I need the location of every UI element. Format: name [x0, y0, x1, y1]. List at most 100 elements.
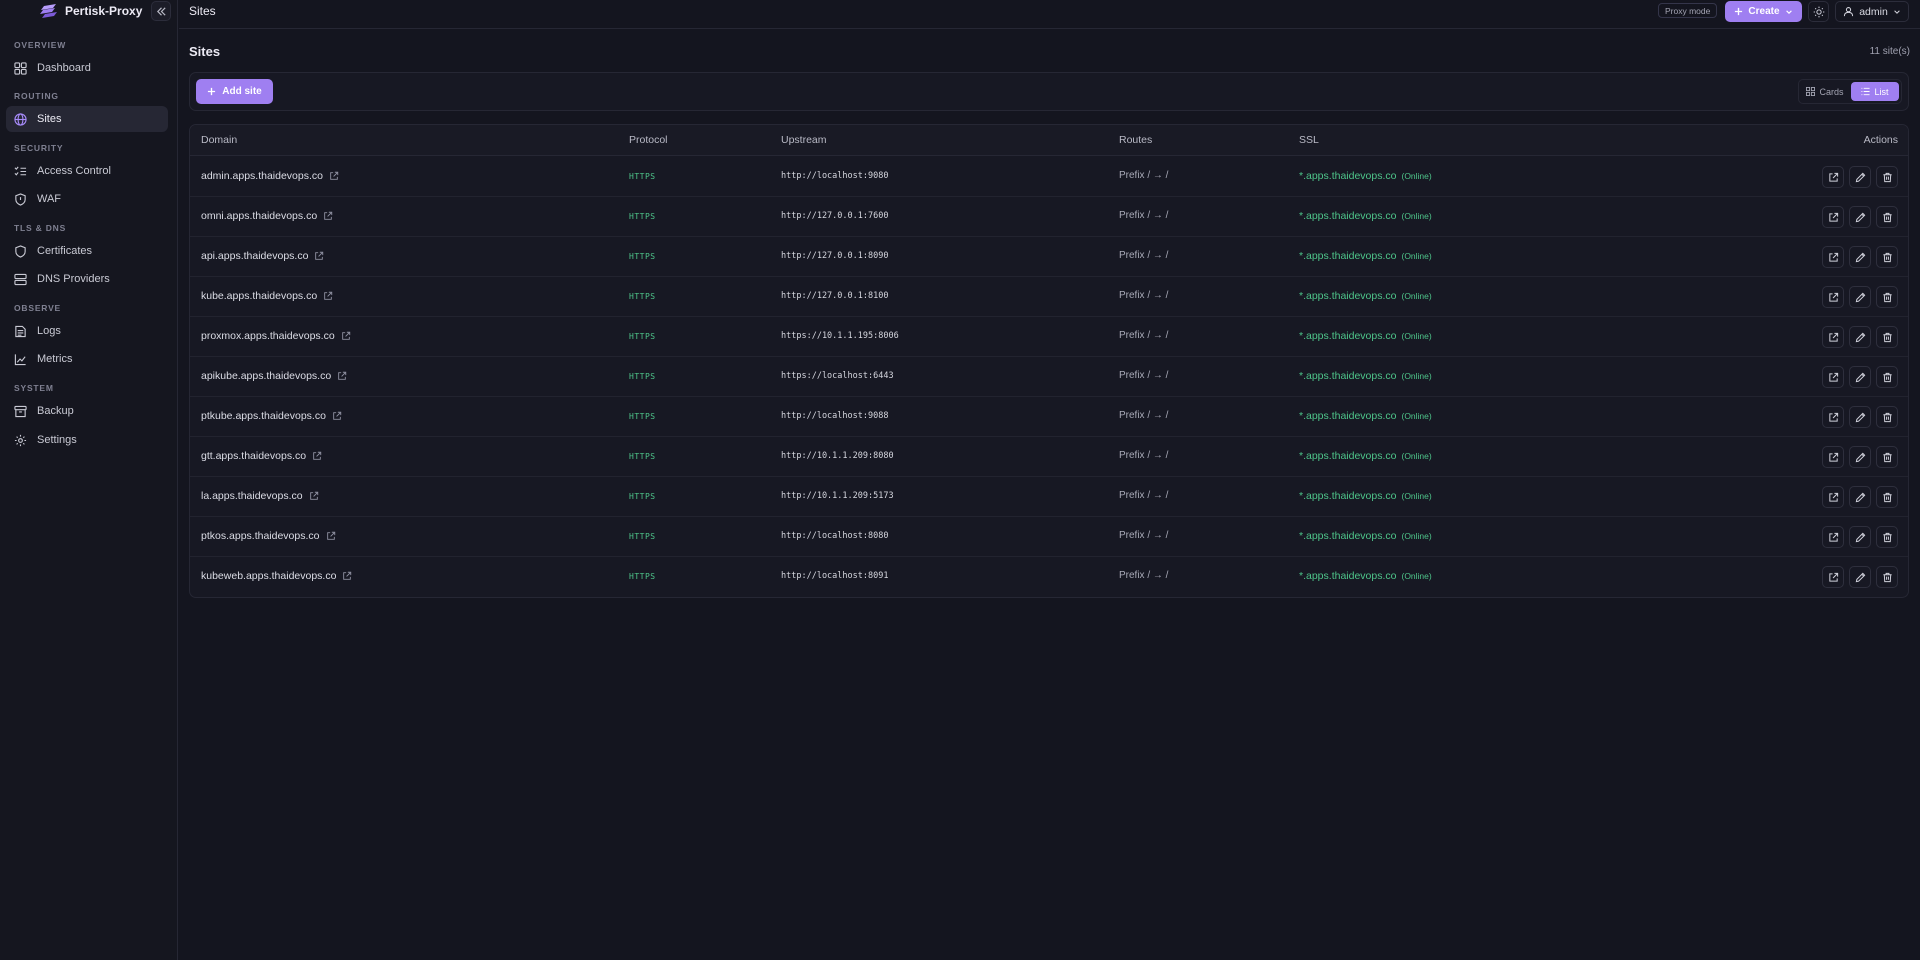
site-domain[interactable]: gtt.apps.thaidevops.co	[201, 450, 322, 462]
open-site-button[interactable]	[1822, 446, 1844, 468]
external-link-icon[interactable]	[337, 371, 347, 381]
site-domain[interactable]: ptkos.apps.thaidevops.co	[201, 530, 336, 542]
add-site-button[interactable]: Add site	[196, 79, 273, 104]
delete-site-button[interactable]	[1876, 406, 1898, 428]
collapse-sidebar-button[interactable]	[151, 1, 171, 21]
protocol-badge: HTTPS	[629, 412, 656, 421]
site-domain-text[interactable]: ptkos.apps.thaidevops.co	[201, 530, 320, 542]
sidebar-item-waf[interactable]: WAF	[6, 186, 168, 212]
create-button[interactable]: Create	[1725, 1, 1802, 22]
open-site-button[interactable]	[1822, 486, 1844, 508]
external-link-icon[interactable]	[323, 291, 333, 301]
user-menu-button[interactable]: admin	[1835, 1, 1909, 22]
ssl-info: *.apps.thaidevops.co (Online)	[1299, 570, 1432, 582]
trash-icon	[1882, 492, 1892, 502]
open-site-button[interactable]	[1822, 166, 1844, 188]
sidebar-item-dns-providers[interactable]: DNS Providers	[6, 266, 168, 292]
trash-icon	[1882, 212, 1892, 222]
ssl-certificate: *.apps.thaidevops.co	[1299, 250, 1397, 262]
site-domain-text[interactable]: apikube.apps.thaidevops.co	[201, 370, 331, 382]
site-domain[interactable]: omni.apps.thaidevops.co	[201, 210, 333, 222]
ssl-status: (Online)	[1401, 371, 1432, 381]
brand[interactable]: Pertisk-Proxy	[40, 2, 142, 20]
sidebar-item-sites[interactable]: Sites	[6, 106, 168, 132]
delete-site-button[interactable]	[1876, 366, 1898, 388]
site-domain-text[interactable]: gtt.apps.thaidevops.co	[201, 450, 306, 462]
site-domain-text[interactable]: proxmox.apps.thaidevops.co	[201, 330, 335, 342]
open-site-button[interactable]	[1822, 286, 1844, 308]
edit-site-button[interactable]	[1849, 326, 1871, 348]
ssl-certificate: *.apps.thaidevops.co	[1299, 170, 1397, 182]
external-link-icon[interactable]	[341, 331, 351, 341]
delete-site-button[interactable]	[1876, 326, 1898, 348]
site-domain-text[interactable]: api.apps.thaidevops.co	[201, 250, 308, 262]
theme-toggle-button[interactable]	[1808, 1, 1829, 22]
protocol-badge: HTTPS	[629, 212, 656, 221]
sidebar-item-backup[interactable]: Backup	[6, 398, 168, 424]
delete-site-button[interactable]	[1876, 566, 1898, 588]
external-link-icon[interactable]	[309, 491, 319, 501]
sidebar-item-access-control[interactable]: Access Control	[6, 158, 168, 184]
delete-site-button[interactable]	[1876, 526, 1898, 548]
user-icon	[1844, 7, 1854, 17]
site-domain[interactable]: apikube.apps.thaidevops.co	[201, 370, 347, 382]
sidebar-item-logs[interactable]: Logs	[6, 318, 168, 344]
edit-site-button[interactable]	[1849, 286, 1871, 308]
site-domain-text[interactable]: kube.apps.thaidevops.co	[201, 290, 317, 302]
view-cards-button[interactable]: Cards	[1801, 82, 1849, 101]
site-domain[interactable]: kubeweb.apps.thaidevops.co	[201, 570, 352, 582]
site-domain[interactable]: proxmox.apps.thaidevops.co	[201, 330, 351, 342]
edit-site-button[interactable]	[1849, 166, 1871, 188]
view-cards-label: Cards	[1819, 86, 1844, 97]
sidebar-item-certificates[interactable]: Certificates	[6, 238, 168, 264]
sidebar-item-settings[interactable]: Settings	[6, 427, 168, 453]
edit-site-button[interactable]	[1849, 566, 1871, 588]
edit-site-button[interactable]	[1849, 406, 1871, 428]
external-link-icon[interactable]	[342, 571, 352, 581]
delete-site-button[interactable]	[1876, 286, 1898, 308]
open-site-button[interactable]	[1822, 206, 1844, 228]
site-domain-text[interactable]: admin.apps.thaidevops.co	[201, 170, 323, 182]
table-row: ptkube.apps.thaidevops.co HTTPS http://l…	[190, 397, 1908, 437]
external-link-icon[interactable]	[329, 171, 339, 181]
sidebar-item-metrics[interactable]: Metrics	[6, 346, 168, 372]
delete-site-button[interactable]	[1876, 166, 1898, 188]
site-domain-text[interactable]: omni.apps.thaidevops.co	[201, 210, 317, 222]
external-link-icon[interactable]	[326, 531, 336, 541]
open-site-button[interactable]	[1822, 526, 1844, 548]
open-site-button[interactable]	[1822, 406, 1844, 428]
external-link-icon[interactable]	[332, 411, 342, 421]
edit-site-button[interactable]	[1849, 526, 1871, 548]
site-domain-text[interactable]: ptkube.apps.thaidevops.co	[201, 410, 326, 422]
open-site-button[interactable]	[1822, 566, 1844, 588]
site-domain[interactable]: la.apps.thaidevops.co	[201, 490, 319, 502]
delete-site-button[interactable]	[1876, 246, 1898, 268]
external-link-icon[interactable]	[323, 211, 333, 221]
site-domain-text[interactable]: la.apps.thaidevops.co	[201, 490, 303, 502]
site-domain[interactable]: admin.apps.thaidevops.co	[201, 170, 339, 182]
external-link-icon	[1828, 292, 1838, 302]
edit-site-button[interactable]	[1849, 246, 1871, 268]
sidebar-item-dashboard[interactable]: Dashboard	[6, 55, 168, 81]
view-list-button[interactable]: List	[1851, 82, 1899, 101]
external-link-icon[interactable]	[314, 251, 324, 261]
chevron-down-icon	[1785, 9, 1792, 14]
site-domain[interactable]: ptkube.apps.thaidevops.co	[201, 410, 342, 422]
ssl-info: *.apps.thaidevops.co (Online)	[1299, 410, 1432, 422]
edit-site-button[interactable]	[1849, 366, 1871, 388]
upstream-url: http://localhost:9080	[781, 171, 889, 181]
sidebar-item-label: Dashboard	[37, 62, 91, 74]
delete-site-button[interactable]	[1876, 486, 1898, 508]
edit-site-button[interactable]	[1849, 486, 1871, 508]
site-domain[interactable]: api.apps.thaidevops.co	[201, 250, 324, 262]
edit-site-button[interactable]	[1849, 206, 1871, 228]
open-site-button[interactable]	[1822, 326, 1844, 348]
delete-site-button[interactable]	[1876, 206, 1898, 228]
open-site-button[interactable]	[1822, 366, 1844, 388]
site-domain-text[interactable]: kubeweb.apps.thaidevops.co	[201, 570, 336, 582]
external-link-icon[interactable]	[312, 451, 322, 461]
open-site-button[interactable]	[1822, 246, 1844, 268]
edit-site-button[interactable]	[1849, 446, 1871, 468]
site-domain[interactable]: kube.apps.thaidevops.co	[201, 290, 333, 302]
delete-site-button[interactable]	[1876, 446, 1898, 468]
